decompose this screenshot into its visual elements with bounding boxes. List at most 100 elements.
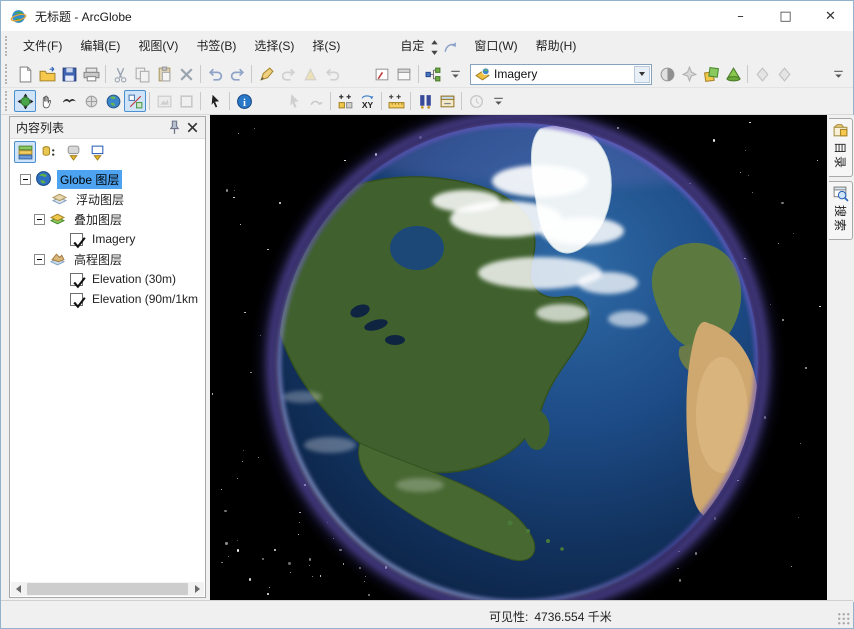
maximize-button[interactable]: □	[763, 1, 808, 31]
tree-label[interactable]: Elevation (90m/1km	[89, 291, 201, 307]
pyramid-icon[interactable]	[722, 63, 744, 85]
toolbar-grip[interactable]	[5, 64, 11, 84]
menu-bookmarks[interactable]: 书签(B)	[187, 32, 245, 60]
delete-icon[interactable]	[175, 63, 197, 85]
resize-grip[interactable]	[837, 612, 850, 625]
ghost-curve-icon[interactable]	[305, 90, 327, 112]
tree-label[interactable]: 浮动图层	[73, 190, 127, 209]
ghost-undo-icon[interactable]	[321, 63, 343, 85]
diamond-gray-icon[interactable]	[773, 63, 795, 85]
earth-globe[interactable]	[210, 115, 827, 602]
list-by-selection-icon[interactable]	[86, 141, 108, 163]
menu-selection[interactable]: 选择(S)	[245, 32, 303, 60]
menu-edit[interactable]: 编辑(E)	[71, 32, 129, 60]
goto-xy-icon[interactable]: XY	[356, 90, 378, 112]
toolbar-grip[interactable]	[5, 91, 11, 111]
tree-row-elevation-30m[interactable]: Elevation (30m)	[10, 269, 205, 289]
menu-window[interactable]: 窗口(W)	[465, 32, 526, 60]
tree-row-floating-layers[interactable]: 浮动图层	[10, 189, 205, 209]
ghost-redo-icon[interactable]	[277, 63, 299, 85]
cut-icon[interactable]	[109, 63, 131, 85]
ghost-select-icon[interactable]	[283, 90, 305, 112]
measure-ruler-icon[interactable]	[385, 90, 407, 112]
globe-viewport[interactable]	[210, 115, 827, 602]
zoom-percent-icon[interactable]	[124, 90, 146, 112]
toc-close-icon[interactable]	[183, 119, 201, 137]
find-plus-icon[interactable]	[334, 90, 356, 112]
list-by-visibility-icon[interactable]	[62, 141, 84, 163]
navigate-icon[interactable]	[14, 90, 36, 112]
scrollbar-thumb[interactable]	[27, 583, 188, 595]
window-plain-icon[interactable]	[393, 63, 415, 85]
model-builder-icon[interactable]	[422, 63, 444, 85]
star-burst-icon[interactable]	[678, 63, 700, 85]
open-folder-icon[interactable]	[36, 63, 58, 85]
pin-icon[interactable]	[165, 119, 183, 137]
tree-row-elevation-90m[interactable]: Elevation (90m/1km	[10, 289, 205, 309]
minimize-button[interactable]: –	[718, 1, 763, 31]
layer-of-interest-combo[interactable]: Imagery	[470, 64, 652, 85]
ghost-frame-icon[interactable]	[175, 90, 197, 112]
new-doc-icon[interactable]	[14, 63, 36, 85]
pan-hand-icon[interactable]	[36, 90, 58, 112]
collapse-expander[interactable]	[34, 214, 45, 225]
menu-help[interactable]: 帮助(H)	[527, 32, 586, 60]
window-panel-icon[interactable]	[436, 90, 458, 112]
select-arrow-icon[interactable]	[204, 90, 226, 112]
list-by-drawing-order-icon[interactable]	[14, 141, 36, 163]
toolbar-overflow-icon[interactable]	[827, 63, 849, 85]
elevation-90m-checkbox[interactable]	[70, 293, 83, 306]
toc-horizontal-scrollbar[interactable]	[11, 582, 204, 596]
diamond-gray-icon[interactable]	[751, 63, 773, 85]
ghost-clock-icon[interactable]	[465, 90, 487, 112]
collapse-expander[interactable]	[20, 174, 31, 185]
overflow-down-icon[interactable]	[444, 63, 466, 85]
close-button[interactable]: ✕	[808, 1, 853, 31]
tree-row-elevation-layers[interactable]: 高程图层	[10, 249, 205, 269]
print-icon[interactable]	[80, 63, 102, 85]
identify-info-icon[interactable]: i	[233, 90, 255, 112]
redo-icon[interactable]	[226, 63, 248, 85]
ghost-ruler-icon[interactable]	[299, 63, 321, 85]
tree-label[interactable]: 高程图层	[71, 250, 125, 269]
tree-row-draped-layers[interactable]: 叠加图层	[10, 209, 205, 229]
tree-row-imagery[interactable]: Imagery	[10, 229, 205, 249]
elevation-30m-checkbox[interactable]	[70, 273, 83, 286]
imagery-checkbox[interactable]	[70, 233, 83, 246]
visibility-label: 可见性:	[489, 610, 528, 624]
combo-dropdown-button[interactable]	[634, 66, 650, 83]
tree-label[interactable]: Elevation (30m)	[89, 271, 179, 287]
fly-bird-icon[interactable]	[58, 90, 80, 112]
ghost-pic-icon[interactable]	[153, 90, 175, 112]
tab-catalog[interactable]: 目录	[829, 118, 853, 177]
undo-icon[interactable]	[204, 63, 226, 85]
html-popup-bars-icon[interactable]	[414, 90, 436, 112]
tree-label[interactable]: Imagery	[89, 231, 138, 247]
search-icon	[832, 185, 849, 202]
scroll-right-icon[interactable]	[190, 582, 204, 596]
menu-file[interactable]: 文件(F)	[14, 32, 71, 60]
collapse-expander[interactable]	[34, 254, 45, 265]
full-extent-globe-icon[interactable]	[102, 90, 124, 112]
menubar-grip[interactable]	[5, 36, 11, 56]
tree-label[interactable]: 叠加图层	[71, 210, 125, 229]
scroll-left-icon[interactable]	[11, 582, 25, 596]
tree-row-globe-layers[interactable]: Globe 图层	[10, 169, 205, 189]
swap-layers-icon[interactable]	[700, 63, 722, 85]
globe-layer-icon	[35, 170, 53, 188]
tree-label[interactable]: Globe 图层	[57, 170, 122, 189]
add-window-icon[interactable]	[371, 63, 393, 85]
contrast-circle-icon[interactable]	[656, 63, 678, 85]
save-icon[interactable]	[58, 63, 80, 85]
paste-icon[interactable]	[153, 63, 175, 85]
list-by-source-icon[interactable]	[38, 141, 60, 163]
edit-pen-icon[interactable]	[255, 63, 277, 85]
center-target-icon[interactable]	[80, 90, 102, 112]
overflow-down-icon[interactable]	[487, 90, 509, 112]
tab-search[interactable]: 搜索	[829, 181, 853, 240]
copy-icon[interactable]	[131, 63, 153, 85]
menu-selection-ghost[interactable]: 择(S)	[303, 32, 349, 60]
menu-view[interactable]: 视图(V)	[129, 32, 187, 60]
tab-search-label: 搜索	[832, 205, 849, 233]
menu-customize[interactable]: 自定	[391, 32, 465, 60]
